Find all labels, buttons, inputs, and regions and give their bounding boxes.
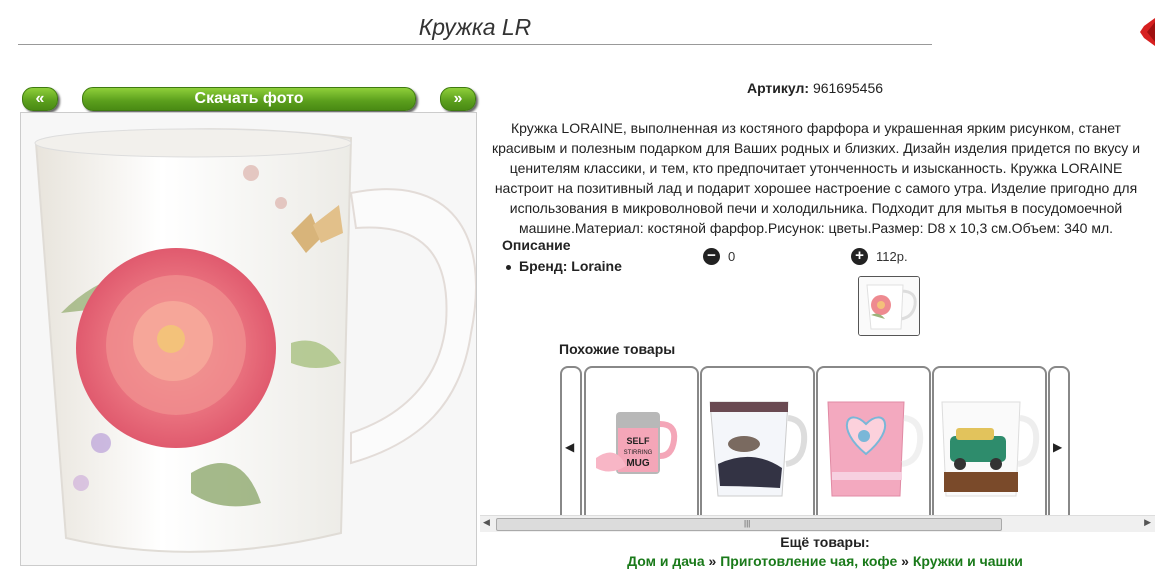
sku-value: 961695456 [812,80,884,96]
vote-plus[interactable]: + 112р. [851,248,908,265]
product-sku: Артикул: 961695456 [480,80,1150,96]
vote-plus-count: 112р. [876,249,908,264]
close-icon[interactable] [1140,18,1155,46]
product-thumbnail[interactable] [858,276,920,336]
product-description: Кружка LORAINE, выполненная из костяного… [491,120,1141,236]
similar-product-card[interactable] [700,366,815,516]
similar-product-card[interactable]: SELF STIRRING MUG [584,366,699,516]
carousel-next-button[interactable]: ▶ [1048,366,1070,516]
vote-minus[interactable]: − 0 [703,248,735,265]
breadcrumb-separator: » [708,553,717,569]
product-photo[interactable] [20,112,477,566]
sku-label: Артикул: [746,80,810,96]
category-breadcrumb: Дом и дача » Приготовление чая, кофе » К… [480,553,1155,569]
download-photo-button[interactable]: Скачать фото [82,87,416,111]
svg-text:STIRRING: STIRRING [624,450,653,456]
chevron-right-icon: ▶ [1053,440,1063,454]
brand-item: Бренд: Loraine [506,258,622,274]
similar-products-carousel: ◀ SELF STIRRING MUG ▶ [480,364,1155,516]
mug-image [21,113,476,565]
breadcrumb-link-tea-coffee[interactable]: Приготовление чая, кофе [720,553,897,569]
prev-photo-button[interactable]: « [22,87,58,111]
scroll-right-icon[interactable]: ▶ [1144,517,1151,528]
carousel-prev-button[interactable]: ◀ [560,366,582,516]
next-photo-button[interactable]: » [440,87,476,111]
svg-text:SELF: SELF [626,436,650,446]
more-products-heading: Ещё товары: [780,534,870,550]
breadcrumb-separator: » [901,553,909,569]
breadcrumb-link-home-garden[interactable]: Дом и дача [627,553,705,569]
title-divider [18,44,932,45]
scroll-left-icon[interactable]: ◀ [483,517,490,528]
description-section-label: Описание [502,237,571,253]
minus-circle-icon[interactable]: − [703,248,720,265]
chevron-left-icon: ◀ [565,440,575,454]
horizontal-scrollbar[interactable]: ◀ ||| ▶ [480,515,1155,532]
brand-text: Бренд: Loraine [519,258,622,274]
similar-product-card[interactable] [816,366,931,516]
page-title: Кружка LR [418,14,532,40]
svg-text:MUG: MUG [626,458,650,469]
plus-circle-icon[interactable]: + [851,248,868,265]
breadcrumb-link-mugs-cups[interactable]: Кружки и чашки [913,553,1023,569]
similar-products-heading: Похожие товары [559,341,676,357]
similar-product-card[interactable] [932,366,1047,516]
scrollbar-thumb[interactable]: ||| [496,518,1002,531]
bullet-icon [506,264,511,270]
vote-minus-count: 0 [728,249,736,264]
